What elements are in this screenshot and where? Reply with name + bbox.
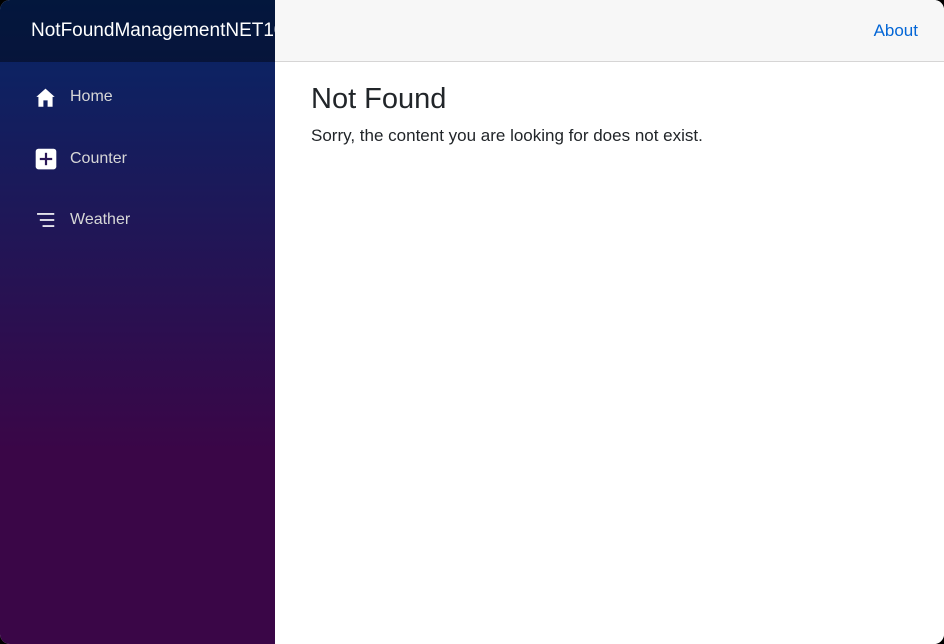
sidebar-item-counter[interactable]: Counter	[0, 135, 275, 183]
top-row: About	[275, 0, 944, 62]
brand-link[interactable]: NotFoundManagementNET10	[31, 20, 275, 42]
page-title: Not Found	[311, 83, 447, 115]
not-found-message: Sorry, the content you are looking for d…	[311, 125, 703, 145]
sidebar-item-label: Home	[70, 88, 113, 105]
sidebar-item-weather[interactable]: Weather	[0, 196, 275, 244]
brand-bar: NotFoundManagementNET10	[0, 0, 275, 62]
app-window: NotFoundManagementNET10 Home Counter Wea…	[0, 0, 944, 644]
plus-square-icon	[34, 147, 57, 170]
nav-menu: Home Counter Weather	[0, 62, 275, 244]
sidebar-item-home[interactable]: Home	[0, 73, 275, 121]
main-area: About Not Found Sorry, the content you a…	[275, 0, 944, 644]
home-icon	[34, 86, 57, 109]
about-link[interactable]: About	[874, 21, 918, 41]
list-icon	[34, 209, 57, 232]
sidebar-item-label: Weather	[70, 211, 131, 228]
sidebar: NotFoundManagementNET10 Home Counter Wea…	[0, 0, 275, 644]
page-content: Not Found Sorry, the content you are loo…	[275, 62, 944, 166]
sidebar-item-label: Counter	[70, 149, 127, 167]
